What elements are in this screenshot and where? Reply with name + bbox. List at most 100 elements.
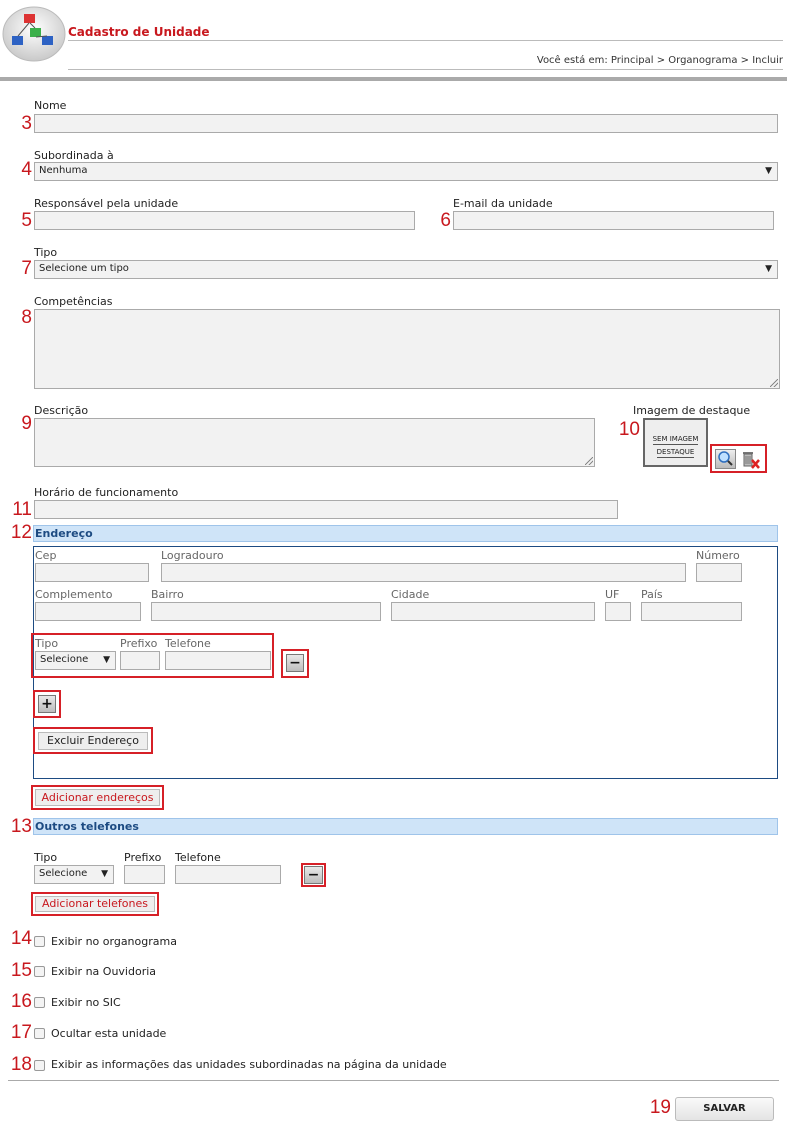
excluir-endereco-button[interactable]: Excluir Endereço <box>38 732 148 750</box>
checkbox-ocultar-label: Ocultar esta unidade <box>51 1027 167 1040</box>
cidade-input[interactable] <box>391 602 595 621</box>
breadcrumb: Você está em: Principal > Organograma > … <box>536 55 783 66</box>
dropdown-arrow-icon: ▼ <box>101 869 108 879</box>
subordinada-value: Nenhuma <box>39 165 88 176</box>
responsavel-input[interactable] <box>34 211 415 230</box>
prefixo-label: Prefixo <box>120 637 158 650</box>
competencias-textarea[interactable] <box>34 309 780 389</box>
responsavel-label: Responsável pela unidade <box>34 197 179 210</box>
outros-tipo-label: Tipo <box>34 851 58 864</box>
uf-label: UF <box>605 588 620 601</box>
add-phone-button[interactable]: + <box>38 695 56 713</box>
cep-label: Cep <box>35 549 57 562</box>
checkbox-subordinadas-label: Exibir as informações das unidades subor… <box>51 1058 447 1071</box>
email-input[interactable] <box>453 211 774 230</box>
telefone-input[interactable] <box>165 651 271 670</box>
numero-label: Número <box>696 549 740 562</box>
marker-14: 14 <box>10 928 32 949</box>
nome-label: Nome <box>34 99 67 112</box>
logradouro-label: Logradouro <box>161 549 224 562</box>
nome-input[interactable] <box>34 114 778 133</box>
fone-tipo-value: Selecione <box>40 654 89 665</box>
fone-tipo-label: Tipo <box>35 637 59 650</box>
marker-16: 16 <box>10 991 32 1012</box>
horario-input[interactable] <box>34 500 618 519</box>
checkbox-ouvidoria-label: Exibir na Ouvidoria <box>51 965 157 978</box>
complemento-input[interactable] <box>35 602 141 621</box>
search-icon[interactable] <box>715 449 736 469</box>
prefixo-input[interactable] <box>120 651 160 670</box>
dropdown-arrow-icon: ▼ <box>103 655 110 665</box>
outros-tipo-value: Selecione <box>39 868 88 879</box>
adicionar-enderecos-button[interactable]: Adicionar endereços <box>35 789 160 806</box>
bairro-input[interactable] <box>151 602 381 621</box>
marker-7: 7 <box>21 258 32 279</box>
outros-prefixo-label: Prefixo <box>124 851 162 864</box>
tipo-label: Tipo <box>34 246 58 259</box>
outros-telefone-label: Telefone <box>175 851 221 864</box>
logo <box>2 2 68 62</box>
remove-phone-button[interactable]: − <box>286 654 304 672</box>
descricao-label: Descrição <box>34 404 89 417</box>
logradouro-input[interactable] <box>161 563 686 582</box>
header-line <box>68 40 783 41</box>
checkbox-subordinadas[interactable] <box>34 1060 45 1071</box>
endereco-section-header: Endereço <box>33 525 778 542</box>
dropdown-arrow-icon: ▼ <box>765 264 772 274</box>
resize-grip-icon[interactable] <box>585 457 593 465</box>
imagem-placeholder: SEM IMAGEM DESTAQUE <box>643 418 708 467</box>
page-title: Cadastro de Unidade <box>68 25 210 39</box>
cidade-label: Cidade <box>391 588 430 601</box>
salvar-button[interactable]: SALVAR <box>675 1097 774 1121</box>
header-line <box>68 69 783 70</box>
subordinada-select[interactable]: Nenhuma ▼ <box>34 162 778 181</box>
outros-remove-button[interactable]: − <box>304 866 323 884</box>
marker-12: 12 <box>10 522 32 543</box>
marker-6: 6 <box>440 210 451 231</box>
marker-13: 13 <box>10 816 32 837</box>
checkbox-sic-label: Exibir no SIC <box>51 996 121 1009</box>
outros-telefone-input[interactable] <box>175 865 281 884</box>
marker-15: 15 <box>10 960 32 981</box>
competencias-label: Competências <box>34 295 113 308</box>
imagem-label: Imagem de destaque <box>633 404 751 417</box>
marker-10: 10 <box>618 419 640 440</box>
delete-trash-icon[interactable] <box>740 448 762 470</box>
header-bar <box>0 77 787 81</box>
checkbox-organograma[interactable] <box>34 936 45 947</box>
pais-input[interactable] <box>641 602 742 621</box>
checkbox-organograma-label: Exibir no organograma <box>51 935 177 948</box>
fone-tipo-select[interactable]: Selecione ▼ <box>35 651 116 670</box>
marker-3: 3 <box>21 113 32 134</box>
checkbox-ouvidoria[interactable] <box>34 966 45 977</box>
marker-4: 4 <box>21 159 32 180</box>
outros-tipo-select[interactable]: Selecione ▼ <box>34 865 114 884</box>
footer-divider <box>8 1080 779 1081</box>
numero-input[interactable] <box>696 563 742 582</box>
marker-11: 11 <box>12 499 32 520</box>
checkbox-sic[interactable] <box>34 997 45 1008</box>
adicionar-telefones-button[interactable]: Adicionar telefones <box>35 896 155 912</box>
marker-9: 9 <box>21 413 32 434</box>
marker-5: 5 <box>21 210 32 231</box>
tipo-select[interactable]: Selecione um tipo ▼ <box>34 260 778 279</box>
descricao-textarea[interactable] <box>34 418 595 467</box>
complemento-label: Complemento <box>35 588 113 601</box>
cep-input[interactable] <box>35 563 149 582</box>
email-label: E-mail da unidade <box>453 197 553 210</box>
tipo-value: Selecione um tipo <box>39 263 129 274</box>
horario-label: Horário de funcionamento <box>34 486 179 499</box>
pais-label: País <box>641 588 663 601</box>
dropdown-arrow-icon: ▼ <box>765 166 772 176</box>
marker-8: 8 <box>21 307 32 328</box>
checkbox-ocultar[interactable] <box>34 1028 45 1039</box>
imagem-text-2: DESTAQUE <box>656 448 695 458</box>
uf-input[interactable] <box>605 602 631 621</box>
marker-18: 18 <box>10 1054 32 1075</box>
outros-telefones-header: Outros telefones <box>33 818 778 835</box>
resize-grip-icon[interactable] <box>770 379 778 387</box>
outros-prefixo-input[interactable] <box>124 865 165 884</box>
imagem-text-1: SEM IMAGEM <box>652 435 699 445</box>
marker-19: 19 <box>649 1097 671 1118</box>
marker-17: 17 <box>10 1022 32 1043</box>
